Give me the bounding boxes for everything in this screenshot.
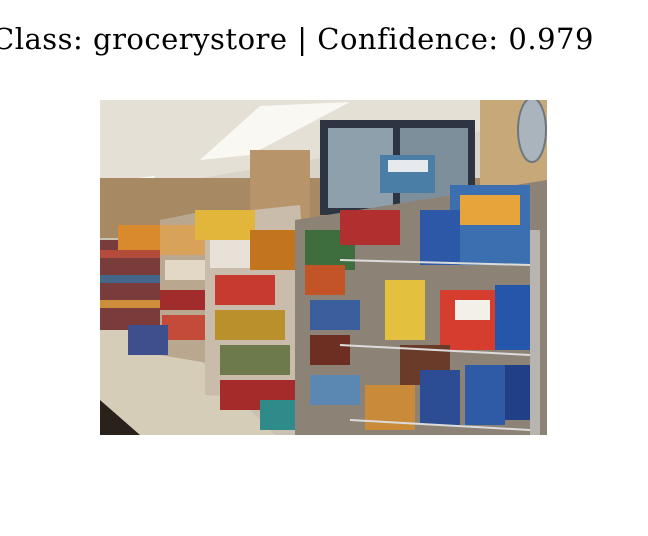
grocery-store-photo	[100, 100, 547, 435]
classification-caption: Class: grocerystore | Confidence: 0.979	[0, 22, 594, 56]
